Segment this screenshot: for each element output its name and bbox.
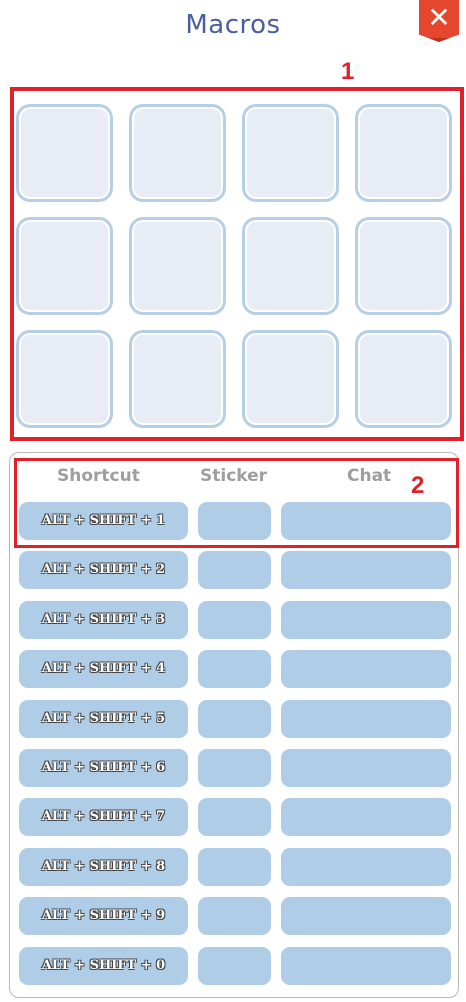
shortcut-label: ALT + SHIFT + 2 bbox=[19, 551, 188, 590]
shortcut-label: ALT + SHIFT + 3 bbox=[19, 600, 188, 639]
chat-input[interactable] bbox=[281, 897, 451, 936]
sticker-slot[interactable] bbox=[129, 330, 226, 428]
sticker-slot[interactable] bbox=[16, 330, 113, 428]
sticker-cell[interactable] bbox=[198, 600, 271, 639]
chat-input[interactable] bbox=[281, 650, 451, 689]
sticker-cell[interactable] bbox=[198, 749, 271, 787]
sticker-slot[interactable] bbox=[355, 217, 452, 315]
chat-input[interactable] bbox=[281, 699, 451, 738]
sticker-cell[interactable] bbox=[198, 650, 271, 689]
shortcut-label: ALT + SHIFT + 9 bbox=[19, 897, 188, 936]
chat-input[interactable] bbox=[281, 946, 451, 985]
chat-input[interactable] bbox=[281, 600, 451, 639]
callout-1: 1 bbox=[341, 58, 355, 85]
sticker-slot[interactable] bbox=[242, 217, 339, 315]
chat-input[interactable] bbox=[281, 551, 451, 590]
sticker-slot[interactable] bbox=[242, 330, 339, 428]
sticker-cell[interactable] bbox=[198, 897, 271, 936]
shortcut-label: ALT + SHIFT + 4 bbox=[19, 650, 188, 689]
sticker-cell[interactable] bbox=[198, 847, 271, 886]
sticker-slot[interactable] bbox=[16, 104, 113, 202]
sticker-slot[interactable] bbox=[242, 104, 339, 202]
close-icon: ✕ bbox=[427, 1, 451, 34]
shortcut-label: ALT + SHIFT + 6 bbox=[19, 749, 188, 787]
window-title: Macros bbox=[185, 10, 281, 40]
shortcut-label: ALT + SHIFT + 5 bbox=[19, 699, 188, 738]
annotation-box-2 bbox=[14, 458, 459, 548]
shortcut-label: ALT + SHIFT + 8 bbox=[19, 847, 188, 886]
close-button[interactable]: ✕ bbox=[419, 0, 459, 42]
sticker-slot[interactable] bbox=[129, 104, 226, 202]
sticker-slot[interactable] bbox=[129, 217, 226, 315]
sticker-slot[interactable] bbox=[355, 330, 452, 428]
chat-input[interactable] bbox=[281, 798, 451, 837]
shortcut-label: ALT + SHIFT + 0 bbox=[19, 946, 188, 985]
shortcut-label: ALT + SHIFT + 7 bbox=[19, 798, 188, 837]
sticker-cell[interactable] bbox=[198, 946, 271, 985]
sticker-slot[interactable] bbox=[16, 217, 113, 315]
sticker-cell[interactable] bbox=[198, 798, 271, 837]
sticker-slot[interactable] bbox=[355, 104, 452, 202]
sticker-cell[interactable] bbox=[198, 699, 271, 738]
sticker-cell[interactable] bbox=[198, 551, 271, 590]
chat-input[interactable] bbox=[281, 847, 451, 886]
chat-input[interactable] bbox=[281, 749, 451, 787]
